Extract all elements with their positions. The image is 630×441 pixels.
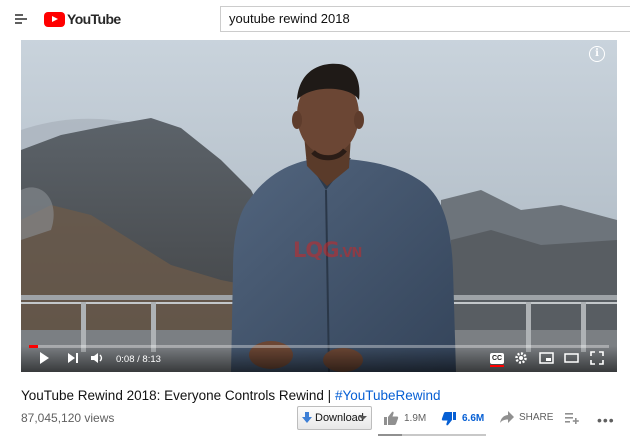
add-to-playlist-icon[interactable]: [565, 412, 579, 424]
next-icon[interactable]: [66, 351, 80, 365]
like-count: 1.9M: [404, 413, 427, 424]
thumbs-up-icon: [384, 411, 399, 425]
video-title-text: YouTube Rewind 2018: Everyone Controls R…: [21, 388, 335, 403]
download-label: Download: [315, 412, 364, 424]
like-ratio-bar: [378, 434, 486, 436]
thumbs-down-icon: [441, 412, 456, 426]
share-label: SHARE: [519, 411, 554, 423]
dislike-count: 6.6M: [462, 413, 485, 424]
download-icon: [302, 412, 312, 423]
video-frame: [21, 40, 617, 372]
youtube-logo[interactable]: YouTube: [44, 11, 121, 27]
download-button[interactable]: Download: [297, 406, 372, 430]
play-icon[interactable]: [37, 351, 51, 365]
more-icon[interactable]: •••: [597, 412, 615, 428]
view-count: 87,045,120 views: [21, 411, 115, 425]
youtube-logo-icon: [44, 11, 65, 27]
dislike-button[interactable]: 6.6M: [441, 411, 484, 426]
logo-text: YouTube: [67, 11, 121, 27]
chevron-down-icon: [359, 416, 367, 420]
video-title: YouTube Rewind 2018: Everyone Controls R…: [21, 388, 441, 403]
share-button[interactable]: SHARE: [500, 411, 553, 423]
player-controls: 0:08 / 8:13 CC: [21, 346, 617, 372]
watermark: LQG.VN: [293, 238, 362, 262]
cc-icon[interactable]: CC: [490, 353, 504, 367]
masthead: YouTube youtube rewind 2018: [0, 0, 630, 40]
volume-icon[interactable]: [90, 351, 104, 365]
hashtag-link[interactable]: #YouTubeRewind: [335, 388, 441, 403]
video-player[interactable]: LQG.VN i 0:08 / 8:13 CC: [21, 40, 617, 372]
settings-icon[interactable]: [514, 351, 528, 365]
like-button[interactable]: 1.9M: [383, 411, 426, 426]
time-display: 0:08 / 8:13: [116, 354, 161, 365]
search-input[interactable]: youtube rewind 2018: [220, 6, 630, 32]
like-ratio-fill: [378, 434, 402, 436]
share-icon: [500, 411, 514, 423]
fullscreen-icon[interactable]: [590, 351, 604, 365]
miniplayer-icon[interactable]: [539, 351, 554, 365]
theater-icon[interactable]: [564, 351, 579, 365]
menu-icon[interactable]: [15, 12, 29, 26]
info-icon[interactable]: i: [589, 46, 605, 62]
